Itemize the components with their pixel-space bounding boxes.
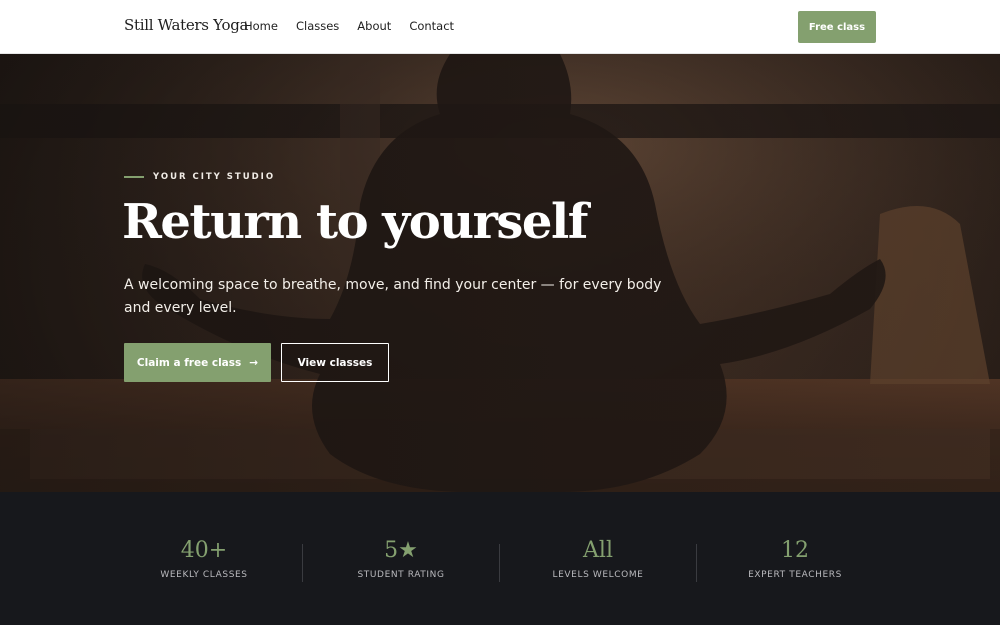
stat-value: All [583,538,613,563]
stat-label: WEEKLY CLASSES [160,570,248,580]
stat-expert-teachers: 12 EXPERT TEACHERS [697,536,893,580]
nav-home[interactable]: Home [244,19,278,33]
hero-title: Return to yourself [122,194,588,250]
nav-classes[interactable]: Classes [296,19,339,33]
stat-levels-welcome: All LEVELS WELCOME [500,536,696,580]
stat-value: 12 [781,538,809,563]
hero-section: YOUR CITY STUDIO Return to yourself A we… [0,54,1000,492]
stat-student-rating: 5★ STUDENT RATING [303,536,499,580]
brand-logo[interactable]: Still Waters Yoga [124,16,248,34]
stat-label: EXPERT TEACHERS [748,570,842,580]
site-header: Still Waters Yoga Home Classes About Con… [0,0,1000,54]
hero-eyebrow: YOUR CITY STUDIO [124,172,275,182]
stat-label: LEVELS WELCOME [552,570,644,580]
nav-contact[interactable]: Contact [409,19,454,33]
view-classes-button[interactable]: View classes [281,343,389,382]
free-class-button[interactable]: Free class [798,11,876,43]
arrow-right-icon: → [249,356,259,369]
stat-weekly-classes: 40+ WEEKLY CLASSES [106,536,302,580]
stat-label: STUDENT RATING [357,570,445,580]
eyebrow-line [124,176,144,178]
claim-free-class-button[interactable]: Claim a free class → [124,343,271,382]
stat-value: 5★ [384,538,418,563]
stat-value: 40+ [180,538,228,563]
hero-overlay [0,54,1000,492]
main-nav: Home Classes About Contact [244,19,454,33]
nav-about[interactable]: About [357,19,391,33]
eyebrow-text: YOUR CITY STUDIO [153,172,276,182]
stats-bar: 40+ WEEKLY CLASSES 5★ STUDENT RATING All… [0,492,1000,625]
claim-button-label: Claim a free class [136,356,242,369]
hero-subtitle: A welcoming space to breathe, move, and … [124,277,662,316]
